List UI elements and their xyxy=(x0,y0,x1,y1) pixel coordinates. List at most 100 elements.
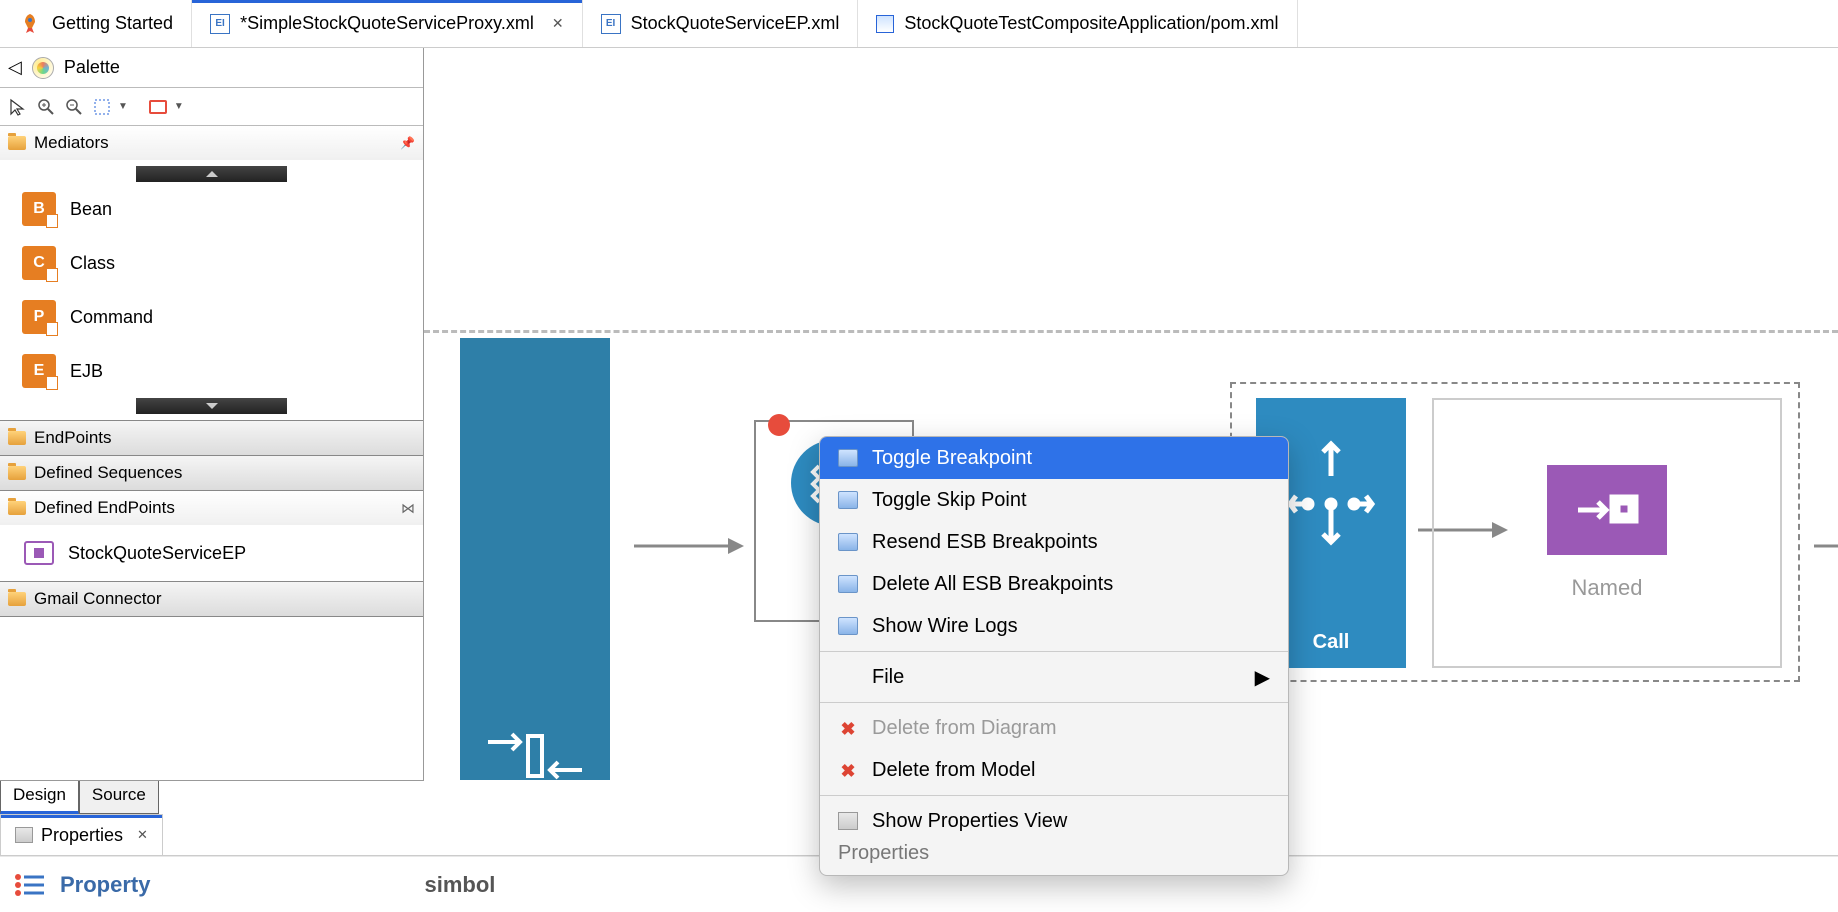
palette-header: ◁ Palette xyxy=(0,48,423,88)
palette-item-label: StockQuoteServiceEP xyxy=(68,543,246,564)
xml-file-icon: EI xyxy=(601,14,621,34)
scroll-up-button[interactable] xyxy=(136,166,287,182)
tab-proxy-xml[interactable]: EI *SimpleStockQuoteServiceProxy.xml ✕ xyxy=(192,0,583,47)
drawer-header-gmail[interactable]: Gmail Connector xyxy=(0,582,423,616)
proxy-node[interactable] xyxy=(460,338,610,798)
scroll-down-button[interactable] xyxy=(136,398,287,414)
drawer-endpoints: EndPoints xyxy=(0,421,423,456)
folder-icon xyxy=(8,466,26,480)
select-tool-icon[interactable] xyxy=(6,95,30,119)
tab-getting-started[interactable]: Getting Started xyxy=(0,0,192,47)
drawer-header-defined-sequences[interactable]: Defined Sequences xyxy=(0,456,423,490)
spacer xyxy=(838,668,858,686)
class-icon: C xyxy=(22,246,56,280)
zoom-in-icon[interactable] xyxy=(34,95,58,119)
delete-icon: ✖ xyxy=(838,761,858,779)
close-icon[interactable]: ✕ xyxy=(137,827,148,843)
zoom-out-icon[interactable] xyxy=(62,95,86,119)
folder-icon xyxy=(8,592,26,606)
menu-file[interactable]: File ▶ xyxy=(820,656,1288,698)
tab-pom-xml[interactable]: StockQuoteTestCompositeApplication/pom.x… xyxy=(858,0,1297,47)
palette-item-ejb[interactable]: E EJB xyxy=(0,344,423,398)
flow-arrow xyxy=(1814,534,1838,558)
property-list-icon xyxy=(14,872,46,898)
dropdown-icon[interactable]: ▼ xyxy=(174,101,184,112)
sequence-divider xyxy=(424,330,1838,333)
drawer-label: Mediators xyxy=(34,133,109,153)
tab-source[interactable]: Source xyxy=(79,781,159,814)
menu-delete-from-model[interactable]: ✖ Delete from Model xyxy=(820,749,1288,791)
menu-label: Resend ESB Breakpoints xyxy=(872,531,1098,554)
back-icon[interactable]: ◁ xyxy=(8,57,22,78)
breakpoint-indicator-icon xyxy=(768,414,790,436)
menu-separator xyxy=(820,651,1288,652)
log-icon xyxy=(838,617,858,635)
call-mediator-container[interactable]: Call Named xyxy=(1230,382,1800,682)
command-icon: P xyxy=(22,300,56,334)
tab-endpoint-xml[interactable]: EI StockQuoteServiceEP.xml xyxy=(583,0,859,47)
drawer-header-mediators[interactable]: Mediators 📌 xyxy=(0,126,423,160)
bean-icon: B xyxy=(22,192,56,226)
pin-icon[interactable]: 📌 xyxy=(400,136,415,150)
tab-label: StockQuoteTestCompositeApplication/pom.x… xyxy=(904,13,1278,34)
breakpoint-icon xyxy=(838,491,858,509)
tab-label: Getting Started xyxy=(52,13,173,34)
breakpoint-icon xyxy=(838,575,858,593)
drawer-defined-sequences: Defined Sequences xyxy=(0,456,423,491)
tab-label: StockQuoteServiceEP.xml xyxy=(631,13,840,34)
menu-show-wire-logs[interactable]: Show Wire Logs xyxy=(820,605,1288,647)
named-label: Named xyxy=(1572,575,1643,601)
design-source-tabs: Design Source xyxy=(0,780,424,814)
drawer-header-defined-endpoints[interactable]: Defined EndPoints ⋈ xyxy=(0,491,423,525)
properties-icon xyxy=(838,812,858,830)
menu-properties-label: Properties xyxy=(820,842,1288,875)
menu-label: Delete from Model xyxy=(872,759,1035,782)
menu-toggle-breakpoint[interactable]: Toggle Breakpoint xyxy=(820,437,1288,479)
call-label: Call xyxy=(1313,631,1350,654)
delete-icon: ✖ xyxy=(838,719,858,737)
folder-icon xyxy=(8,431,26,445)
application-icon xyxy=(876,15,894,33)
note-tool-icon[interactable] xyxy=(146,95,170,119)
palette-item-label: Bean xyxy=(70,199,112,220)
menu-label: Delete from Diagram xyxy=(872,717,1057,740)
menu-toggle-skip[interactable]: Toggle Skip Point xyxy=(820,479,1288,521)
marquee-tool-icon[interactable] xyxy=(90,95,114,119)
dropdown-icon[interactable]: ▼ xyxy=(118,101,128,112)
palette-title: Palette xyxy=(64,57,120,78)
menu-delete-all-breakpoints[interactable]: Delete All ESB Breakpoints xyxy=(820,563,1288,605)
link-icon[interactable]: ⋈ xyxy=(401,500,415,517)
tab-properties[interactable]: Properties ✕ xyxy=(0,814,163,855)
menu-show-properties[interactable]: Show Properties View xyxy=(820,800,1288,842)
palette-icon xyxy=(32,57,54,79)
folder-icon xyxy=(8,136,26,150)
menu-label: Toggle Breakpoint xyxy=(872,447,1032,470)
tab-label: Properties xyxy=(41,825,123,846)
menu-label: Show Wire Logs xyxy=(872,615,1018,638)
palette-item-class[interactable]: C Class xyxy=(0,236,423,290)
proxy-flow-icon xyxy=(480,728,590,784)
palette-item-stockquote-ep[interactable]: StockQuoteServiceEP xyxy=(0,531,423,575)
submenu-arrow-icon: ▶ xyxy=(1255,665,1270,690)
tab-label: *SimpleStockQuoteServiceProxy.xml xyxy=(240,13,534,34)
menu-label: File xyxy=(872,666,904,689)
breakpoint-icon xyxy=(838,449,858,467)
context-menu: Toggle Breakpoint Toggle Skip Point Rese… xyxy=(819,436,1289,876)
drawer-label: EndPoints xyxy=(34,428,112,448)
palette-item-label: Class xyxy=(70,253,115,274)
menu-resend-breakpoints[interactable]: Resend ESB Breakpoints xyxy=(820,521,1288,563)
drawer-defined-endpoints: Defined EndPoints ⋈ StockQuoteServiceEP xyxy=(0,491,423,582)
drawer-label: Defined EndPoints xyxy=(34,498,175,518)
breakpoint-icon xyxy=(838,533,858,551)
named-endpoint-icon xyxy=(1547,465,1667,555)
drawer-header-endpoints[interactable]: EndPoints xyxy=(0,421,423,455)
xml-file-icon: EI xyxy=(210,14,230,34)
palette-item-command[interactable]: P Command xyxy=(0,290,423,344)
property-name: Property xyxy=(60,872,150,898)
close-icon[interactable]: ✕ xyxy=(552,15,564,32)
rocket-icon xyxy=(18,12,42,36)
tab-design[interactable]: Design xyxy=(0,781,79,814)
named-endpoint-node[interactable]: Named xyxy=(1432,398,1782,668)
properties-icon xyxy=(15,827,33,843)
palette-item-bean[interactable]: B Bean xyxy=(0,182,423,236)
